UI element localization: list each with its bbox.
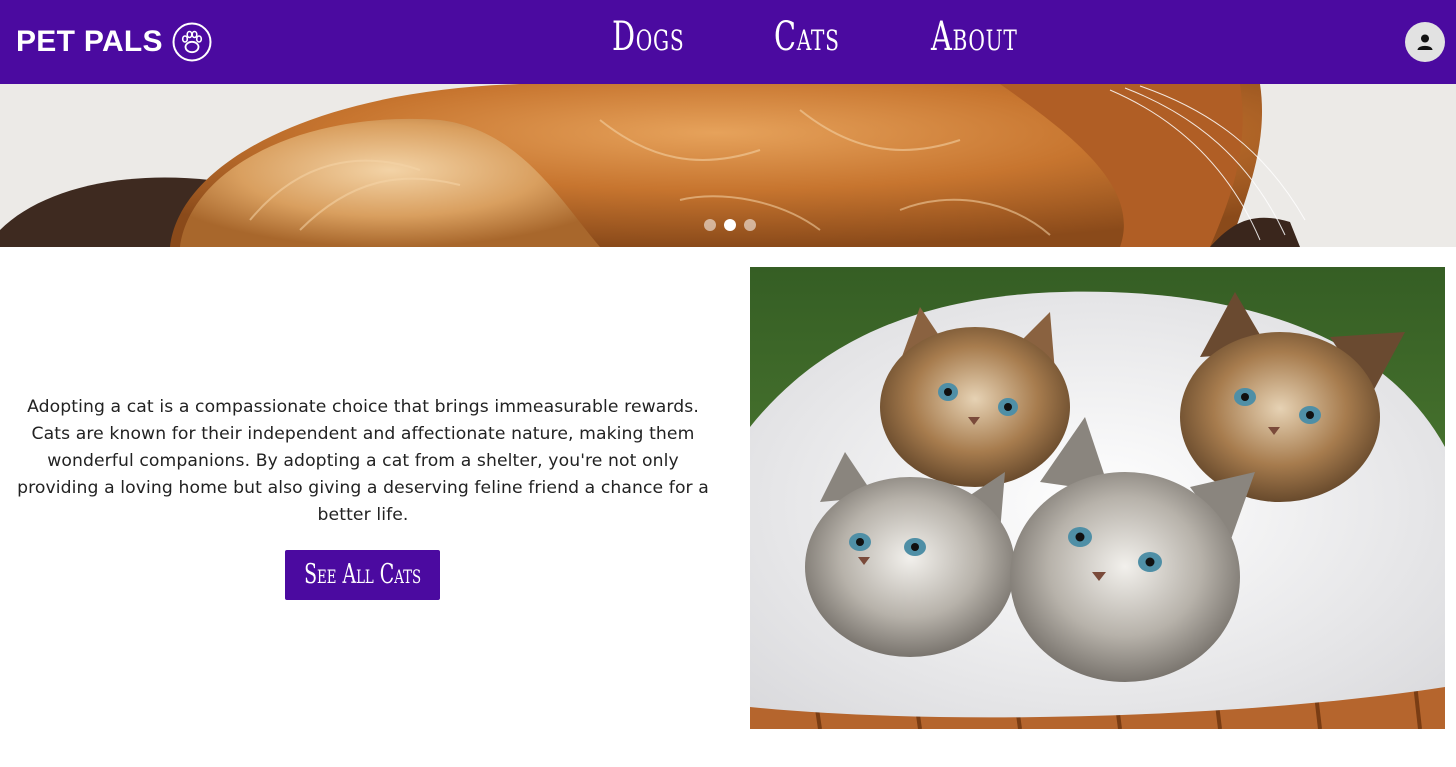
carousel-dot-3[interactable] <box>744 219 756 231</box>
brand-home-link[interactable]: PET PALS <box>16 20 212 64</box>
cats-description: Adopting a cat is a compassionate choice… <box>17 397 709 525</box>
user-icon <box>1417 34 1433 50</box>
carousel-indicators <box>704 219 756 231</box>
carousel-dot-1[interactable] <box>704 219 716 231</box>
kittens-image <box>750 267 1445 729</box>
nav-link-about[interactable]: About <box>931 14 1018 60</box>
nav-link-cats[interactable]: Cats <box>774 14 840 60</box>
main-nav: Dogs Cats About <box>0 0 1456 84</box>
see-all-cats-button[interactable]: See All Cats <box>285 550 440 600</box>
cats-intro-section: Adopting a cat is a compassionate choice… <box>0 247 726 767</box>
profile-button[interactable] <box>1405 22 1445 62</box>
kittens-photo <box>750 267 1445 729</box>
brand-name: PET PALS <box>16 25 163 58</box>
nav-link-dogs[interactable]: Dogs <box>612 14 684 60</box>
paw-icon <box>172 22 212 62</box>
top-navbar: PET PALS Dogs Cats About <box>0 0 1456 84</box>
carousel-dot-2[interactable] <box>724 219 736 231</box>
see-all-cats-label: See All Cats <box>303 559 422 590</box>
